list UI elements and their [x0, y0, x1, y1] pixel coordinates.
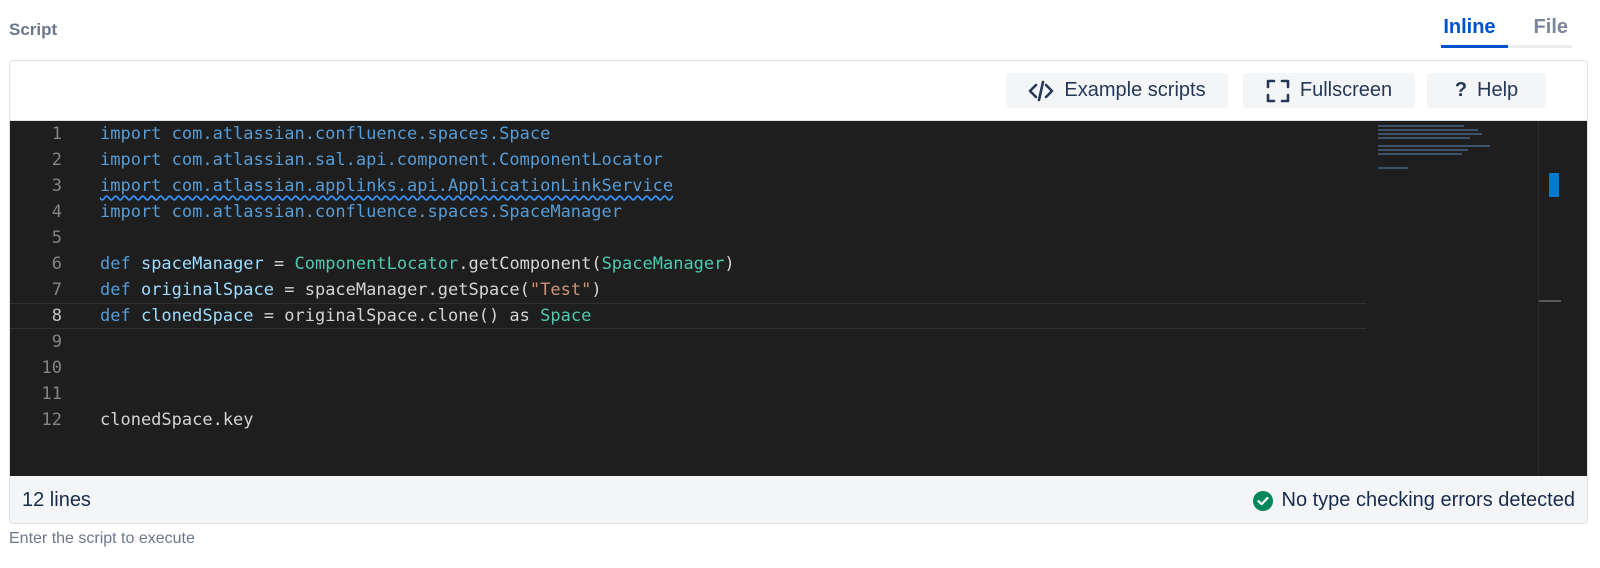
help-button[interactable]: ? Help [1427, 73, 1546, 108]
code-token: = [263, 254, 295, 274]
code-token: import com.atlassian.confluence.spaces.S… [100, 202, 622, 222]
scrollbar-thumb[interactable] [1549, 173, 1559, 197]
fullscreen-label: Fullscreen [1299, 79, 1393, 101]
overview-ruler-marker [1539, 300, 1561, 302]
code-line[interactable]: 6 def spaceManager = ComponentLocator.get… [10, 251, 1366, 277]
code-token: import com.atlassian.sal.api.component.C… [100, 150, 663, 170]
line-text: import com.atlassian.confluence.spaces.S… [100, 121, 550, 147]
code-token: import com.atlassian.confluence.spaces.S… [100, 124, 551, 144]
line-count: 12 lines [22, 489, 91, 511]
code-token: def [100, 280, 141, 300]
line-number: 10 [41, 358, 62, 378]
code-line[interactable]: 5 [10, 225, 1366, 251]
code-token: Space [540, 306, 592, 326]
minimap[interactable] [1370, 121, 1540, 476]
line-text: import com.atlassian.applinks.api.Applic… [100, 173, 673, 199]
code-line[interactable]: 2 import com.atlassian.sal.api.component.… [10, 147, 1366, 173]
line-number: 7 [51, 280, 62, 300]
code-line[interactable]: 11 [10, 381, 1366, 407]
code-line[interactable]: 4 import com.atlassian.confluence.spaces.… [10, 199, 1366, 225]
code-token: SpaceManager [601, 254, 725, 274]
editor-toolbar: Example scripts Fullscreen ? Help [10, 61, 1587, 121]
line-number: 11 [41, 384, 62, 404]
editor-status-bar: 12 lines No type checking errors detecte… [10, 477, 1587, 523]
line-text: def originalSpace = spaceManager.getSpac… [100, 277, 602, 303]
question-mark-icon: ? [1454, 79, 1468, 101]
type-check-message: No type checking errors detected [1281, 489, 1576, 511]
line-text: def clonedSpace = originalSpace.clone() … [100, 304, 591, 328]
example-scripts-button[interactable]: Example scripts [1006, 73, 1228, 108]
line-number: 6 [51, 254, 62, 274]
code-line[interactable]: 10 [10, 355, 1366, 381]
line-number: 4 [51, 202, 62, 222]
line-text: import com.atlassian.sal.api.component.C… [100, 147, 663, 173]
code-token: ) [591, 280, 602, 300]
code-token: = originalSpace.clone() as [253, 306, 541, 326]
type-check-status: No type checking errors detected [1252, 489, 1576, 512]
line-number: 9 [51, 332, 62, 352]
line-number: 8 [51, 306, 62, 326]
code-line[interactable]: 3 import com.atlassian.applinks.api.Appli… [10, 173, 1366, 199]
code-token: def [100, 254, 141, 274]
code-line[interactable]: 8 def clonedSpace = originalSpace.clone()… [10, 303, 1366, 329]
code-token: "Test" [529, 280, 592, 300]
code-line[interactable]: 9 [10, 329, 1366, 355]
line-number: 3 [51, 176, 62, 196]
line-text: def spaceManager = ComponentLocator.getC… [100, 251, 735, 277]
code-token: originalSpace [140, 280, 275, 300]
code-token: ComponentLocator [294, 254, 459, 274]
code-token: ) [724, 254, 735, 274]
help-label: Help [1477, 79, 1519, 101]
tab-inline[interactable]: Inline [1441, 10, 1508, 48]
line-text: clonedSpace.key [100, 407, 254, 433]
line-number: 1 [51, 124, 62, 144]
line-number: 12 [41, 410, 62, 430]
check-circle-icon [1252, 490, 1273, 511]
code-token: .getComponent( [458, 254, 602, 274]
code-token: clonedSpace [140, 306, 254, 326]
fullscreen-icon [1266, 79, 1290, 102]
code-token: spaceManager [140, 254, 264, 274]
code-line[interactable]: 12 clonedSpace.key [10, 407, 1366, 433]
line-number: 5 [51, 228, 62, 248]
field-label: Script [9, 20, 58, 39]
code-token: def [100, 306, 141, 326]
tab-file[interactable]: File [1507, 10, 1572, 48]
helper-text: Enter the script to execute [9, 530, 195, 547]
code-token: clonedSpace.key [100, 410, 254, 430]
line-number: 2 [51, 150, 62, 170]
line-text: import com.atlassian.confluence.spaces.S… [100, 199, 622, 225]
code-line[interactable]: 1 import com.atlassian.confluence.spaces.… [10, 121, 1366, 147]
code-token: import com.atlassian.applinks.api.Applic… [100, 176, 674, 196]
code-line[interactable]: 7 def originalSpace = spaceManager.getSpa… [10, 277, 1366, 303]
code-area[interactable]: 1 import com.atlassian.confluence.spaces.… [10, 121, 1587, 476]
code-brackets-icon [1029, 80, 1054, 101]
script-editor: Example scripts Fullscreen ? Help 1 impor… [9, 60, 1588, 524]
example-scripts-label: Example scripts [1064, 79, 1206, 101]
mode-tabs: Inline File [1441, 10, 1572, 48]
fullscreen-button[interactable]: Fullscreen [1243, 73, 1415, 108]
code-token: = spaceManager.getSpace( [274, 280, 530, 300]
